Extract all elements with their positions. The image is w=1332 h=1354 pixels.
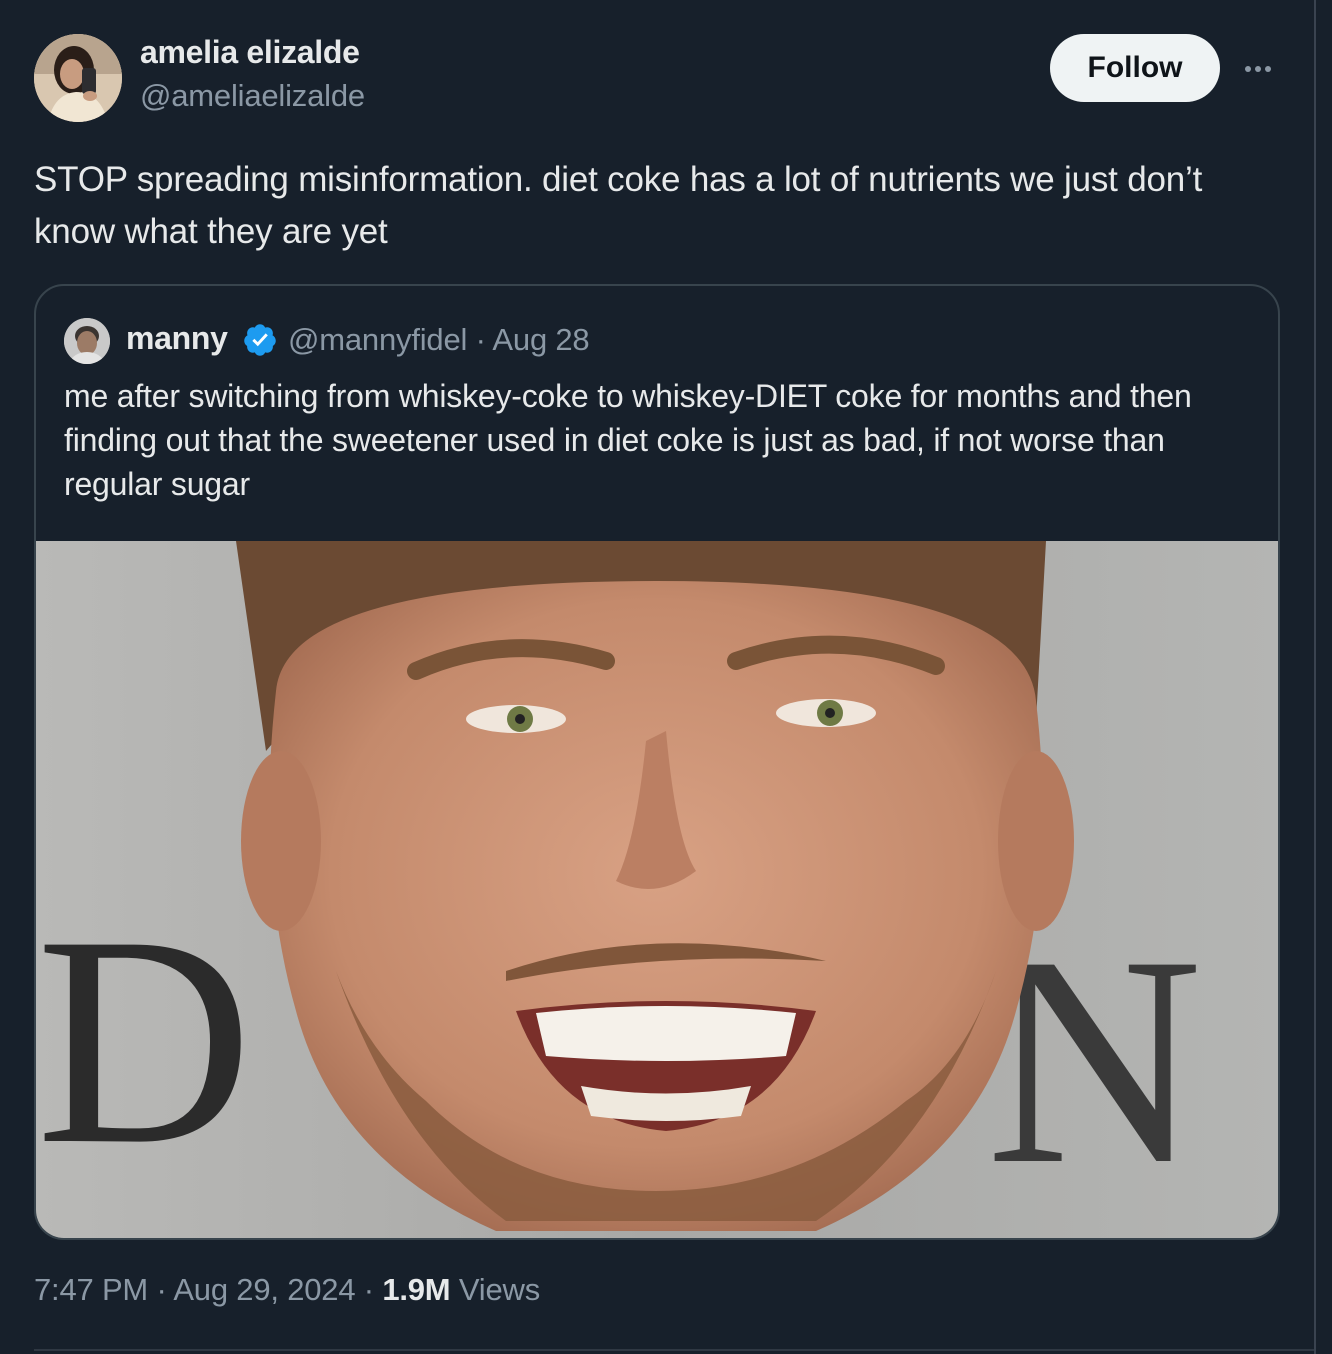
column-border	[1314, 0, 1316, 1354]
quoted-tweet-text: me after switching from whiskey-coke to …	[64, 378, 1192, 502]
author-handle[interactable]: @ameliaelizalde	[140, 78, 365, 114]
quoted-author-handle-date[interactable]: @mannyfidel · Aug 28	[288, 322, 590, 358]
author-avatar-photo	[34, 34, 122, 122]
divider	[34, 1349, 1314, 1351]
tweet-date[interactable]: Aug 29, 2024	[173, 1272, 355, 1307]
verified-badge-icon	[244, 324, 276, 356]
author-display-name[interactable]: amelia elizalde	[140, 34, 360, 71]
views-label: Views	[458, 1272, 540, 1307]
quoted-avatar-photo	[64, 318, 110, 364]
quoted-tweet-image[interactable]: D N	[36, 541, 1278, 1238]
tweet-time[interactable]: 7:47 PM	[34, 1272, 148, 1307]
views-count: 1.9M	[382, 1272, 451, 1307]
quoted-tweet[interactable]: manny @mannyfidel · Aug 28 me after swit…	[34, 284, 1280, 1240]
more-icon[interactable]	[1238, 52, 1278, 84]
smiling-man-photo: D N	[36, 541, 1278, 1238]
follow-button[interactable]: Follow	[1050, 34, 1220, 102]
author-avatar[interactable]	[34, 34, 122, 122]
tweet-meta: 7:47 PM · Aug 29, 2024 · 1.9M Views	[34, 1272, 540, 1308]
quoted-author-avatar[interactable]	[64, 318, 110, 364]
separator: ·	[355, 1272, 383, 1307]
background-letter-d: D	[36, 874, 253, 1206]
quoted-author-display-name[interactable]: manny	[126, 320, 228, 357]
tweet: amelia elizalde @ameliaelizalde Follow S…	[0, 0, 1314, 1354]
tweet-text: STOP spreading misinformation. diet coke…	[34, 160, 1203, 251]
separator: ·	[148, 1272, 174, 1307]
